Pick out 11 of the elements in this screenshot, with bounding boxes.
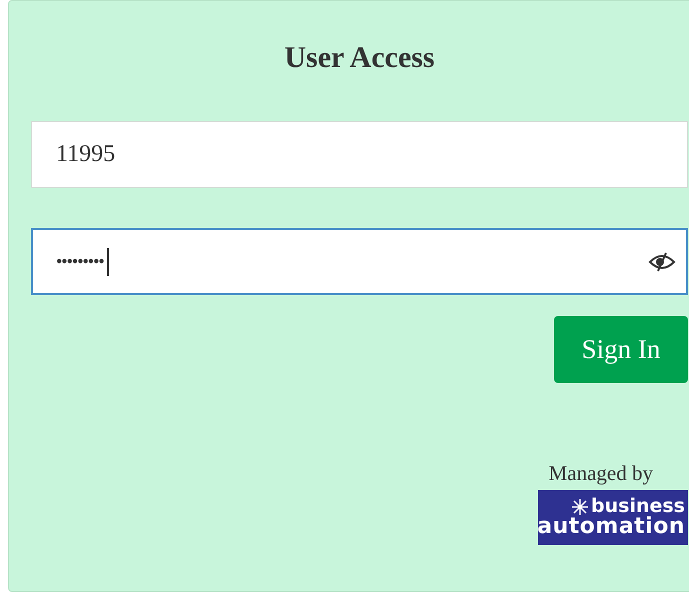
username-value: 11995 <box>56 141 116 168</box>
logo-text: automation <box>537 516 685 538</box>
form-title: User Access <box>284 41 435 75</box>
password-field[interactable]: ••••••••• <box>31 228 688 295</box>
star-icon <box>572 498 588 514</box>
managed-by-label: Managed by <box>548 461 653 486</box>
username-field[interactable]: 11995 <box>31 121 688 188</box>
password-value: ••••••••• <box>56 251 104 272</box>
logo-text: business <box>591 497 685 516</box>
text-cursor <box>106 248 109 276</box>
eye-slash-icon[interactable] <box>648 252 676 272</box>
